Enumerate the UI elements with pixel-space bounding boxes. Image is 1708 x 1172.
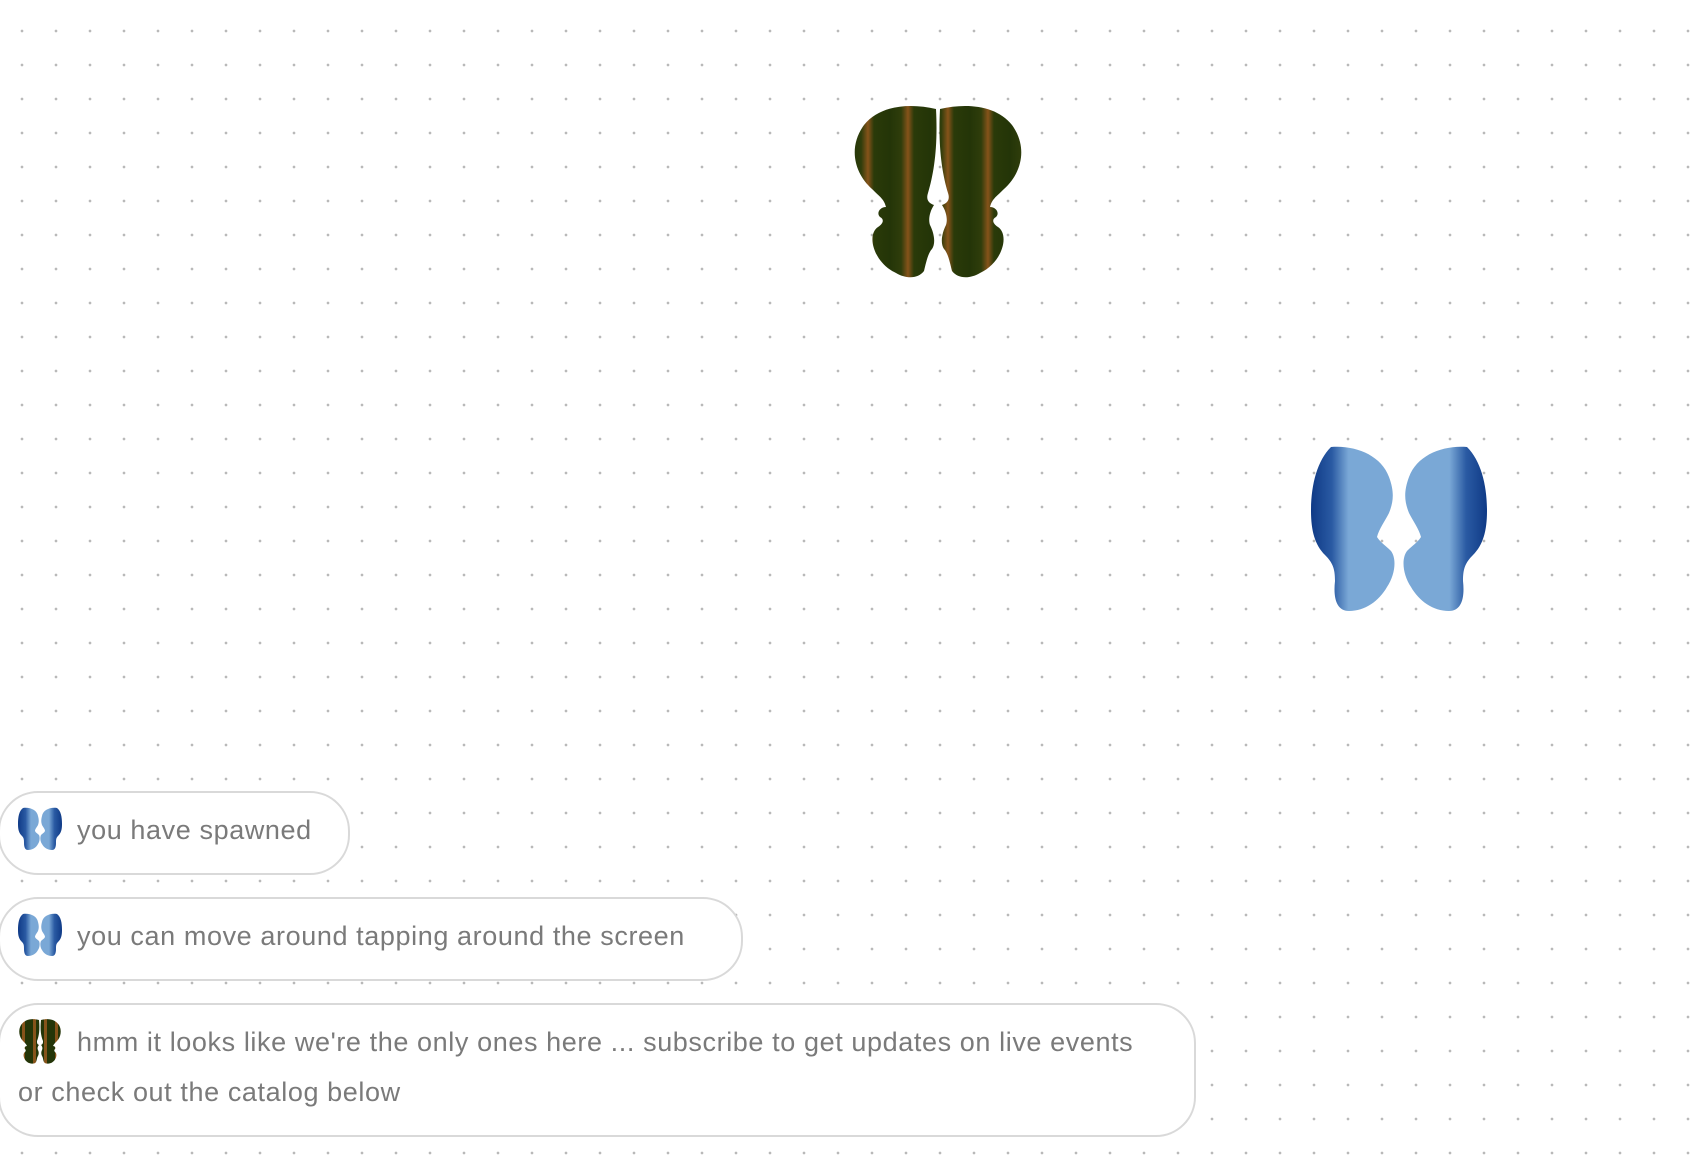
self-butterfly-icon[interactable]	[1311, 441, 1487, 617]
system-message: you have spawned	[0, 791, 350, 875]
message-text: hmm it looks like we're the only ones he…	[18, 1027, 1134, 1107]
peer-butterfly-icon[interactable]	[850, 103, 1026, 281]
striped-green-butterfly-icon	[18, 1018, 62, 1064]
blue-butterfly-icon	[18, 806, 62, 852]
blue-butterfly-icon	[18, 912, 62, 958]
world-canvas[interactable]	[0, 0, 1708, 1172]
peer-message: hmm it looks like we're the only ones he…	[0, 1003, 1196, 1137]
message-text: you have spawned	[77, 815, 312, 845]
system-message: you can move around tapping around the s…	[0, 897, 743, 981]
message-text: you can move around tapping around the s…	[77, 921, 685, 951]
